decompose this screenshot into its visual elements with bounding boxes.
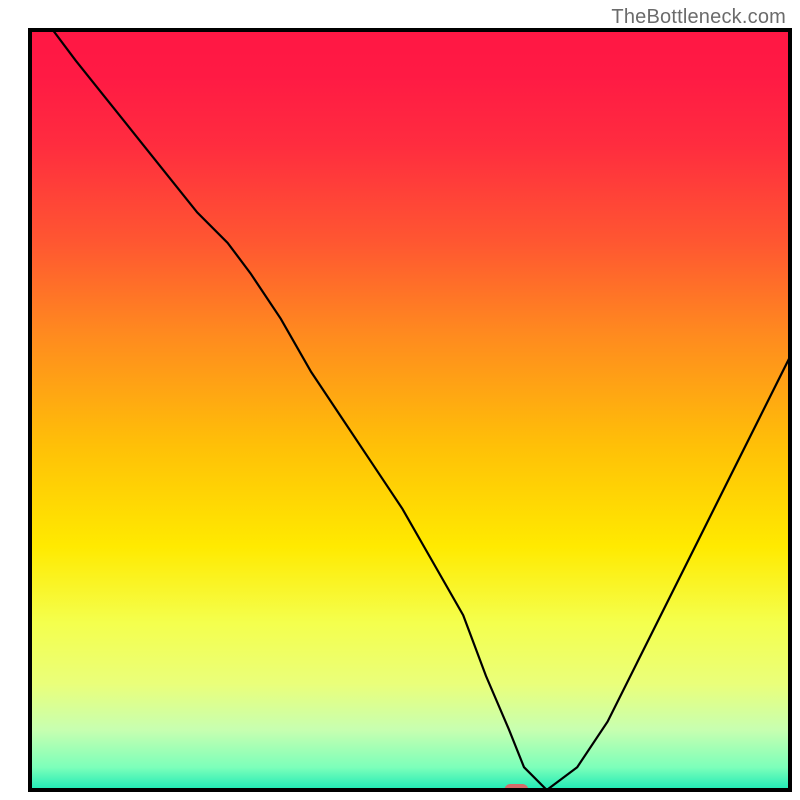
gradient-background xyxy=(30,30,790,790)
watermark-text: TheBottleneck.com xyxy=(611,6,786,29)
chart-frame: TheBottleneck.com xyxy=(0,0,800,800)
chart-svg xyxy=(0,0,800,800)
